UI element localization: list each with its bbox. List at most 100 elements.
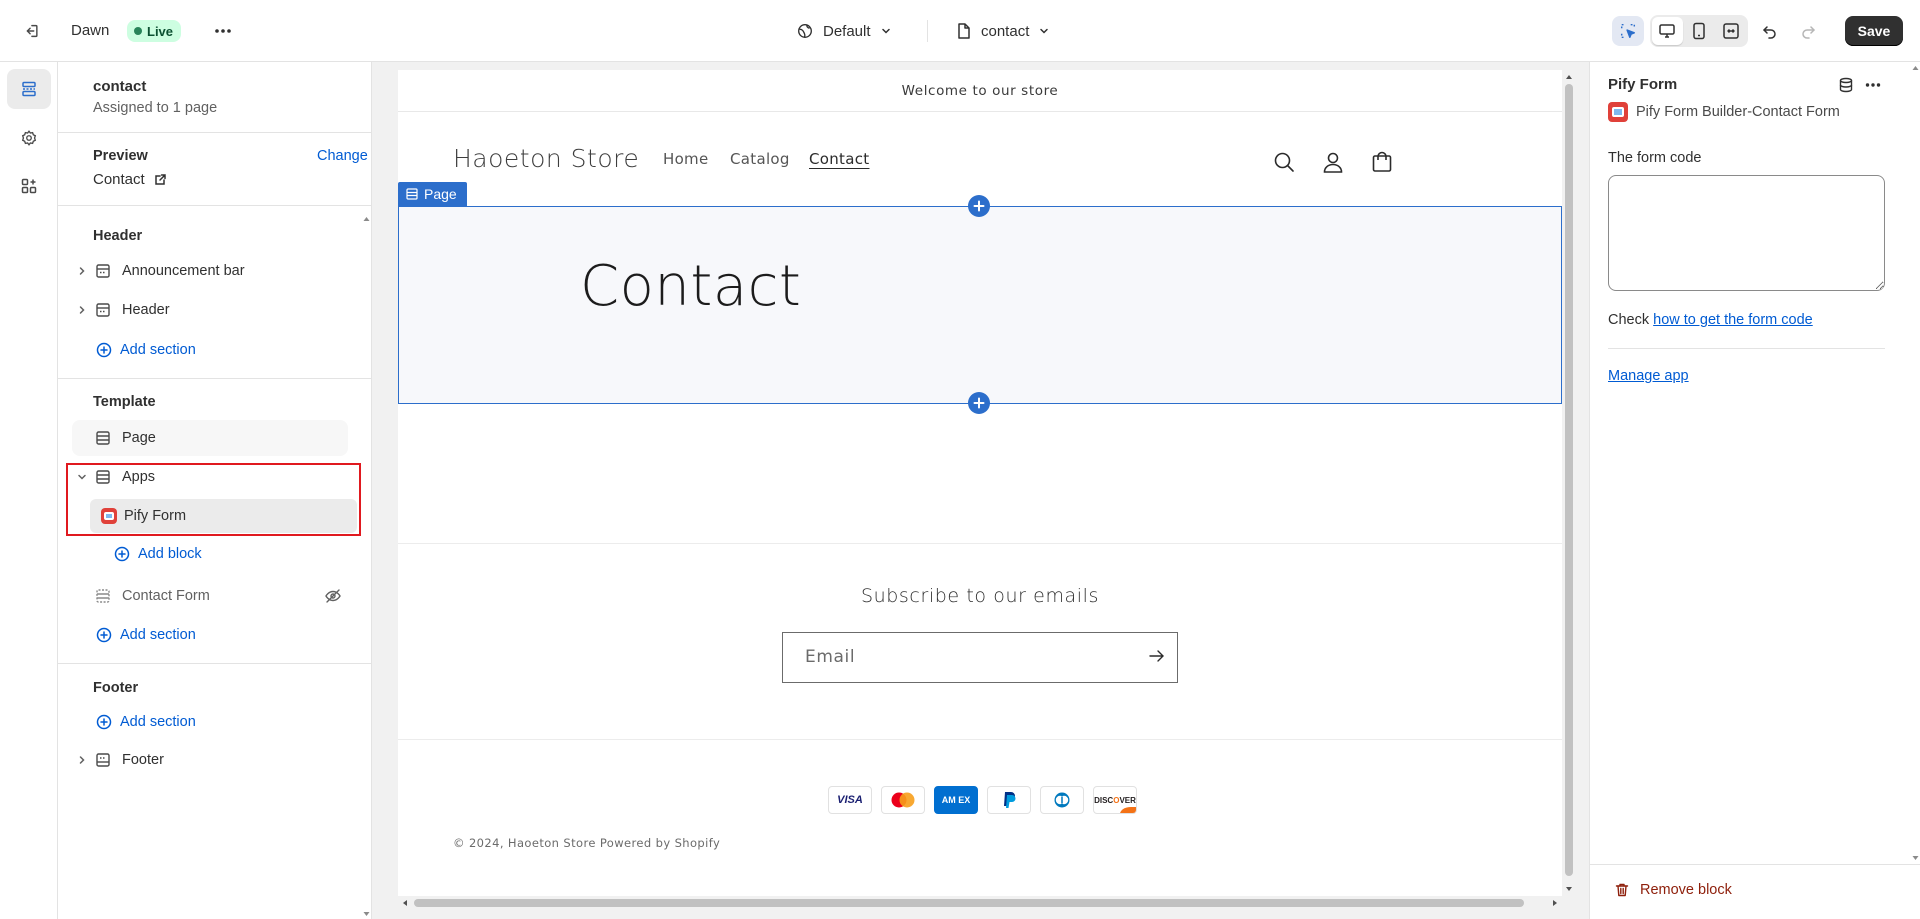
mastercard-icon <box>881 786 925 814</box>
add-section-label: Add section <box>120 342 196 358</box>
change-preview-link[interactable]: Change <box>317 148 368 164</box>
page-icon <box>958 23 970 39</box>
section-layout-icon <box>92 263 114 279</box>
page-dropdown[interactable]: contact <box>956 18 1050 44</box>
save-button[interactable]: Save <box>1845 16 1903 46</box>
form-code-label: The form code <box>1608 150 1702 166</box>
app-source: Pify Form Builder-Contact Form <box>1608 102 1840 122</box>
globe-icon <box>798 24 812 38</box>
database-icon[interactable] <box>1835 74 1857 96</box>
nav-home[interactable]: Home <box>663 150 709 168</box>
app-embeds-icon[interactable] <box>7 166 51 206</box>
section-label: Announcement bar <box>122 263 245 279</box>
chevron-right-icon[interactable] <box>72 266 92 276</box>
page-section-tag: Page <box>398 182 467 206</box>
preview-vertical-scrollbar[interactable] <box>1562 70 1576 896</box>
page-section-tag-label: Page <box>424 186 457 202</box>
add-section-label: Add section <box>120 714 196 730</box>
template-group-title: Template <box>93 394 156 410</box>
app-name: Pify Form Builder-Contact Form <box>1636 104 1840 120</box>
theme-settings-gear-icon[interactable] <box>7 118 51 158</box>
email-placeholder: Email <box>805 647 856 667</box>
chevron-down-icon <box>1040 28 1049 34</box>
chevron-right-icon[interactable] <box>72 755 92 765</box>
section-label: Page <box>122 430 156 446</box>
mobile-view-icon[interactable] <box>1684 17 1715 45</box>
discover-icon: DISC O VER <box>1093 786 1137 814</box>
top-bar: Dawn Live Default contact Save <box>0 0 1920 62</box>
divider <box>58 663 371 664</box>
nav-catalog[interactable]: Catalog <box>730 150 790 168</box>
eye-hidden-icon[interactable] <box>324 589 342 603</box>
undo-icon[interactable] <box>1757 18 1783 44</box>
add-section-footer-button[interactable]: Add section <box>96 707 196 737</box>
block-settings-panel: Pify Form Pify Form Builder-Contact Form… <box>1589 62 1920 919</box>
section-page[interactable]: Page <box>72 420 348 456</box>
page-section-selected[interactable] <box>398 206 1562 404</box>
plus-circle-icon <box>96 342 112 358</box>
newsletter-email-input[interactable]: Email <box>782 632 1178 683</box>
store-logo-text[interactable]: Haoeton Store <box>453 144 639 173</box>
theme-name: Dawn <box>71 22 110 39</box>
header-group-title: Header <box>93 228 143 244</box>
chevron-right-icon[interactable] <box>72 305 92 315</box>
storefront-preview: Welcome to our store Haoeton Store Home … <box>398 70 1562 896</box>
section-layout-icon <box>92 302 114 318</box>
template-assignment: Assigned to 1 page <box>93 100 218 116</box>
plus-circle-icon <box>96 714 112 730</box>
pify-form-app-icon <box>1608 102 1628 122</box>
sidebar-scrollbar[interactable] <box>362 214 371 919</box>
diners-club-icon <box>1040 786 1084 814</box>
fullscreen-view-icon[interactable] <box>1715 17 1746 45</box>
plus-circle-icon <box>114 546 130 562</box>
section-contact-form[interactable]: Contact Form <box>72 578 348 614</box>
search-icon[interactable] <box>1270 148 1298 176</box>
divider <box>58 132 371 133</box>
template-dropdown[interactable]: Default <box>796 18 892 44</box>
section-announcement-bar[interactable]: Announcement bar <box>72 253 348 289</box>
preview-canvas: Welcome to our store Haoeton Store Home … <box>373 62 1589 919</box>
add-section-below-icon[interactable] <box>968 392 990 414</box>
more-actions-icon[interactable] <box>210 18 236 44</box>
divider <box>1608 348 1885 349</box>
more-actions-icon[interactable] <box>1862 74 1884 96</box>
arrow-right-icon[interactable] <box>1149 649 1165 666</box>
inspector-icon[interactable] <box>1612 16 1644 46</box>
preview-page-link[interactable]: Contact <box>93 171 167 188</box>
divider <box>1590 864 1920 865</box>
settings-title: Pify Form <box>1608 76 1678 93</box>
divider <box>398 739 1562 740</box>
cart-icon[interactable] <box>1368 148 1396 176</box>
section-header[interactable]: Header <box>72 292 348 328</box>
section-footer[interactable]: Footer <box>72 742 348 778</box>
remove-block-button[interactable]: Remove block <box>1614 882 1732 898</box>
sections-nav-icon[interactable] <box>7 69 51 109</box>
desktop-view-icon[interactable] <box>1652 17 1683 45</box>
payment-icons: VISA AM EX DISC O VER <box>828 786 1137 814</box>
settings-scrollbar[interactable] <box>1910 62 1920 864</box>
help-prefix: Check <box>1608 312 1654 328</box>
add-section-template-button[interactable]: Add section <box>96 620 196 650</box>
section-layout-icon <box>92 588 114 604</box>
section-layout-icon <box>92 430 114 446</box>
nav-contact[interactable]: Contact <box>809 150 869 168</box>
redo-icon[interactable] <box>1795 18 1821 44</box>
copyright-text: © 2024, Haoeton Store Powered by Shopify <box>453 836 721 850</box>
account-icon[interactable] <box>1319 148 1347 176</box>
preview-horizontal-scrollbar[interactable] <box>398 896 1562 910</box>
add-section-header-button[interactable]: Add section <box>96 335 196 365</box>
manage-app-link[interactable]: Manage app <box>1608 368 1689 384</box>
scrollbar-thumb[interactable] <box>414 899 1524 907</box>
exit-icon[interactable] <box>18 18 44 44</box>
add-section-above-icon[interactable] <box>968 195 990 217</box>
form-code-textarea[interactable] <box>1608 175 1885 291</box>
section-label: Header <box>122 302 170 318</box>
scrollbar-thumb[interactable] <box>1565 84 1573 876</box>
add-block-button[interactable]: Add block <box>114 539 202 569</box>
live-badge: Live <box>127 20 182 42</box>
external-link-icon <box>154 173 166 185</box>
form-code-help-link[interactable]: how to get the form code <box>1653 312 1813 328</box>
toolbar-divider <box>927 20 928 42</box>
template-title: contact <box>93 78 147 95</box>
section-layout-icon <box>406 188 418 200</box>
